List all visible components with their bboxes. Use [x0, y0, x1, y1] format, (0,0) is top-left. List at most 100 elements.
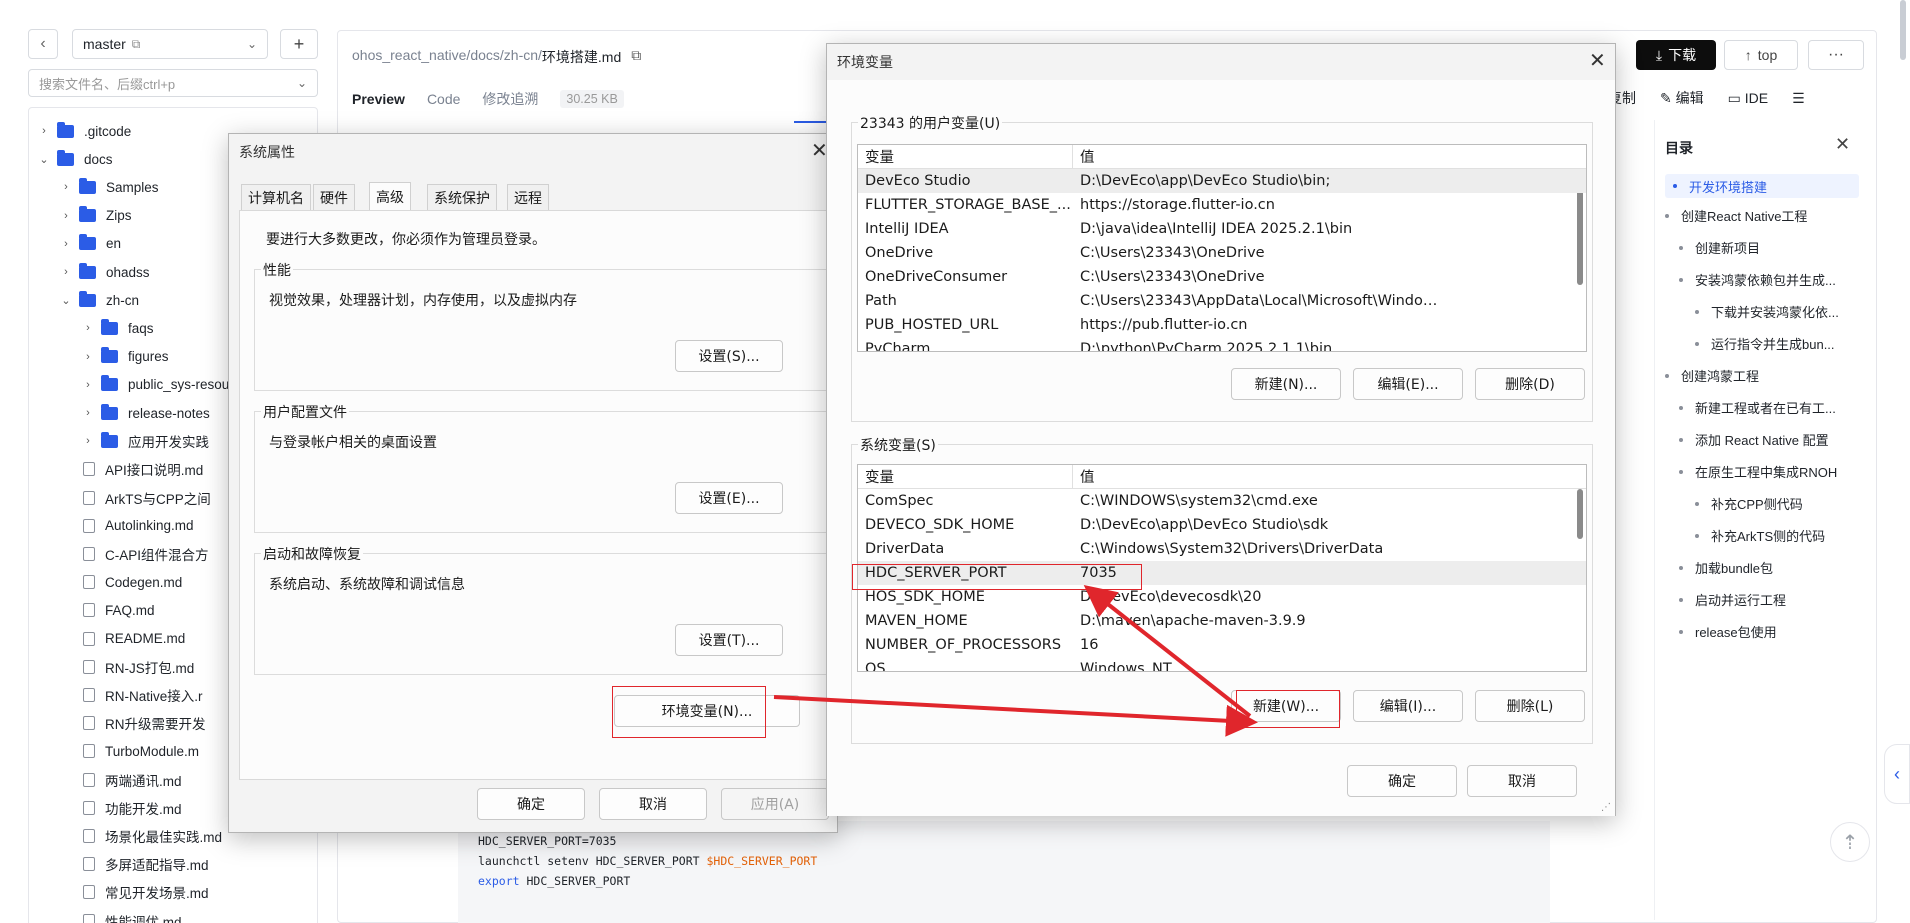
- tree-file[interactable]: ArkTS与CPP之间: [81, 487, 211, 509]
- table-row[interactable]: OS Windows_NT: [858, 657, 1586, 671]
- chevron-down-icon[interactable]: ⌄: [37, 153, 51, 166]
- breadcrumb-item[interactable]: zh-cn: [504, 47, 538, 67]
- close-icon[interactable]: ✕: [1835, 134, 1850, 155]
- table-row[interactable]: MAVEN_HOME D:\maven\apache-maven-3.9.9: [858, 609, 1586, 633]
- branch-selector[interactable]: master ⧉ ⌄: [72, 29, 268, 59]
- copy-path-icon[interactable]: ⧉: [631, 47, 641, 67]
- table-row[interactable]: ComSpec C:\WINDOWS\system32\cmd.exe: [858, 489, 1586, 513]
- table-row[interactable]: OneDriveConsumer C:\Users\23343\OneDrive: [858, 265, 1586, 289]
- chevron-right-icon[interactable]: ›: [81, 407, 95, 419]
- add-file-button[interactable]: +: [280, 29, 318, 59]
- user-variables-table[interactable]: 变量 值 DevEco Studio D:\DevEco\app\DevEco S…: [857, 144, 1587, 352]
- edit-button[interactable]: ✎ 编辑: [1660, 88, 1704, 108]
- table-row[interactable]: HDC_SERVER_PORT 7035: [858, 561, 1586, 585]
- cancel-button[interactable]: 取消: [599, 788, 707, 820]
- tree-file[interactable]: README.md: [81, 628, 185, 650]
- table-row[interactable]: DevEco Studio D:\DevEco\app\DevEco Studio…: [858, 169, 1586, 193]
- chevron-right-icon[interactable]: ›: [59, 181, 73, 193]
- chevron-right-icon[interactable]: ›: [37, 125, 51, 137]
- table-row[interactable]: Path C:\Users\23343\AppData\Local\Microso…: [858, 289, 1586, 313]
- table-row[interactable]: DEVECO_SDK_HOME D:\DevEco\app\DevEco Stud…: [858, 513, 1586, 537]
- performance-settings-button[interactable]: 设置(S)...: [675, 340, 783, 372]
- tree-folder[interactable]: › Samples: [59, 176, 159, 198]
- tree-file[interactable]: 场景化最佳实践.md: [81, 825, 222, 847]
- toc-item[interactable]: 补充CPP侧代码: [1695, 494, 1803, 513]
- toc-item[interactable]: 添加 React Native 配置: [1679, 430, 1829, 449]
- user-delete-button[interactable]: 删除(D): [1475, 368, 1585, 400]
- tree-folder[interactable]: › public_sys-resou: [81, 374, 229, 396]
- tree-file[interactable]: RN升级需要开发: [81, 712, 206, 734]
- table-row[interactable]: IntelliJ IDEA D:\java\idea\IntelliJ IDEA …: [858, 217, 1586, 241]
- tree-folder[interactable]: › ohadss: [59, 261, 150, 283]
- tree-file[interactable]: RN-JS打包.md: [81, 656, 194, 678]
- list-icon[interactable]: ☰: [1792, 90, 1805, 107]
- toc-item[interactable]: 补充ArkTS侧的代码: [1695, 526, 1825, 545]
- table-row[interactable]: OneDrive C:\Users\23343\OneDrive: [858, 241, 1586, 265]
- chevron-right-icon[interactable]: ›: [81, 351, 95, 363]
- tab-remote[interactable]: 远程: [507, 184, 549, 210]
- toc-item[interactable]: 下载并安装鸿蒙化依...: [1695, 302, 1839, 321]
- tab-hardware[interactable]: 硬件: [313, 184, 355, 210]
- tab-system-protection[interactable]: 系统保护: [427, 184, 497, 210]
- back-to-top-icon[interactable]: ⇡: [1830, 822, 1870, 862]
- user-new-button[interactable]: 新建(N)...: [1231, 368, 1341, 400]
- toc-item[interactable]: 安装鸿蒙依赖包并生成...: [1679, 270, 1836, 289]
- user-profiles-settings-button[interactable]: 设置(E)...: [675, 482, 783, 514]
- table-row[interactable]: HOS_SDK_HOME D:\DevEco\devecosdk\20: [858, 585, 1586, 609]
- tab-computer-name[interactable]: 计算机名: [241, 184, 311, 210]
- cancel-button[interactable]: 取消: [1467, 765, 1577, 797]
- system-edit-button[interactable]: 编辑(I)...: [1353, 690, 1463, 722]
- tree-file[interactable]: TurboModule.m: [81, 740, 199, 762]
- ok-button[interactable]: 确定: [477, 788, 585, 820]
- tab-code[interactable]: Code: [427, 91, 460, 107]
- tree-file[interactable]: C-API组件混合方: [81, 543, 209, 565]
- tree-file[interactable]: Codegen.md: [81, 571, 182, 593]
- system-new-button[interactable]: 新建(W)...: [1231, 690, 1341, 722]
- tree-folder[interactable]: › faqs: [81, 317, 154, 339]
- more-button[interactable]: ···: [1808, 40, 1864, 70]
- chevron-right-icon[interactable]: ›: [59, 238, 73, 250]
- tree-file[interactable]: 性能调优.md: [81, 910, 182, 923]
- toc-item[interactable]: 新建工程或者在已有工...: [1679, 398, 1836, 417]
- table-row[interactable]: FLUTTER_STORAGE_BASE_... https://storage.…: [858, 193, 1586, 217]
- user-edit-button[interactable]: 编辑(E)...: [1353, 368, 1463, 400]
- toc-item[interactable]: 在原生工程中集成RNOH: [1679, 462, 1837, 481]
- tree-file[interactable]: 两端通讯.md: [81, 769, 182, 791]
- file-search-input[interactable]: 搜索文件名、后缀ctrl+p ⌄: [28, 69, 318, 97]
- tree-file[interactable]: 常见开发场景.md: [81, 881, 209, 903]
- tree-file[interactable]: 多屏适配指导.md: [81, 853, 209, 875]
- toc-item[interactable]: release包使用: [1679, 622, 1777, 641]
- tab-history[interactable]: 修改追溯: [482, 89, 538, 109]
- table-row[interactable]: PUB_HOSTED_URL https://pub.flutter-io.cn: [858, 313, 1586, 337]
- tree-folder[interactable]: ⌄ zh-cn: [59, 289, 139, 311]
- startup-recovery-settings-button[interactable]: 设置(T)...: [675, 624, 783, 656]
- table-row[interactable]: DriverData C:\Windows\System32\Drivers\Dr…: [858, 537, 1586, 561]
- resize-grip-icon[interactable]: ⋰: [1601, 802, 1611, 813]
- tree-file[interactable]: FAQ.md: [81, 599, 155, 621]
- tree-folder[interactable]: › .gitcode: [37, 120, 131, 142]
- tree-file[interactable]: API接口说明.md: [81, 458, 203, 480]
- apply-button[interactable]: 应用(A): [721, 788, 829, 820]
- chevron-left-icon[interactable]: ‹: [1884, 744, 1910, 804]
- breadcrumb-item[interactable]: docs: [470, 47, 500, 67]
- toc-item[interactable]: 创建React Native工程: [1665, 206, 1807, 225]
- ok-button[interactable]: 确定: [1347, 765, 1457, 797]
- toc-item[interactable]: 创建新项目: [1679, 238, 1760, 257]
- toc-item[interactable]: 创建鸿蒙工程: [1665, 366, 1759, 385]
- tree-folder[interactable]: › release-notes: [81, 402, 210, 424]
- chevron-right-icon[interactable]: ›: [59, 266, 73, 278]
- environment-variables-button[interactable]: 环境变量(N)...: [614, 695, 800, 727]
- breadcrumb-item[interactable]: ohos_react_native: [352, 47, 466, 67]
- system-variables-table[interactable]: 变量 值 ComSpec C:\WINDOWS\system32\cmd.exe D…: [857, 464, 1587, 672]
- tree-file[interactable]: RN-Native接入.r: [81, 684, 203, 706]
- tree-folder[interactable]: › figures: [81, 346, 169, 368]
- chevron-down-icon[interactable]: ⌄: [59, 294, 73, 307]
- page-scrollbar[interactable]: [1900, 0, 1906, 60]
- toc-item[interactable]: 运行指令并生成bun...: [1695, 334, 1835, 353]
- table-row[interactable]: PyCharm D:\python\PyCharm 2025.2.1.1\bin: [858, 337, 1586, 351]
- chevron-right-icon[interactable]: ›: [81, 379, 95, 391]
- toc-item[interactable]: 开发环境搭建: [1665, 174, 1859, 198]
- tree-folder[interactable]: › en: [59, 233, 121, 255]
- table-row[interactable]: NUMBER_OF_PROCESSORS 16: [858, 633, 1586, 657]
- chevron-right-icon[interactable]: ›: [81, 435, 95, 447]
